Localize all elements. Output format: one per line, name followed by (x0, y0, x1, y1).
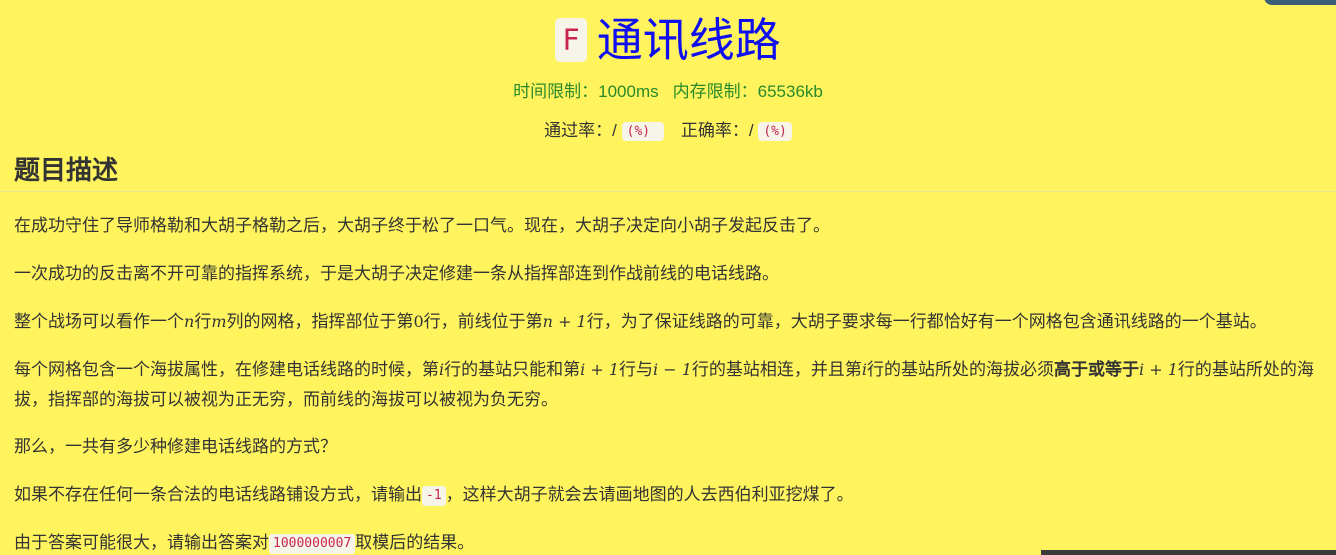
text-segment: 由于答案可能很大，请输出答案对 (14, 533, 269, 552)
math-n: n (184, 312, 195, 331)
text-segment: 每个网格包含一个海拔属性，在修建电话线路的时候，第 (14, 360, 439, 379)
emphasis-text: 高于或等于 (1054, 360, 1139, 379)
math-i-minus-1: i − 1 (653, 360, 692, 379)
section-divider (0, 191, 1336, 192)
problem-page: F 通讯线路 时间限制：1000ms 内存限制：65536kb 通过率：/ (%) … (0, 0, 1336, 555)
text-segment: 行的基站相连，并且第 (691, 360, 862, 379)
bottom-toolbar[interactable] (1041, 550, 1336, 555)
inline-code: 1000000007 (269, 534, 356, 554)
description-paragraph-4: 每个网格包含一个海拔属性，在修建电话线路的时候，第i行的基站只能和第i + 1行… (14, 355, 1332, 415)
accuracy-rate-label: 正确率： (680, 121, 749, 140)
description-paragraph-6: 如果不存在任何一条合法的电话线路铺设方式，请输出 -1 ，这样大胡子就会去请画地图的… (14, 480, 1332, 510)
accuracy-rate-percent: (%) (758, 122, 792, 142)
page-title: 通讯线路 (596, 14, 781, 66)
text-segment: 行，前线位于第 (423, 312, 543, 331)
text-segment: 行的基站所处的海拔必须 (867, 360, 1054, 379)
math-i-plus-1: i + 1 (580, 360, 619, 379)
description-paragraph-2: 一次成功的反击离不开可靠的指挥系统，于是大胡子决定修建一条从指挥部连到作战前线的… (14, 264, 779, 283)
pass-rate-label: 通过率： (544, 121, 613, 140)
memory-limit: 内存限制：65536kb (672, 82, 823, 101)
text-segment: 行与 (619, 360, 653, 379)
time-limit: 时间限制：1000ms (513, 82, 659, 101)
math-n-plus-1: n + 1 (542, 312, 587, 331)
math-m: m (211, 312, 227, 331)
section-title: 题目描述 (14, 155, 119, 185)
limits-row: 时间限制：1000ms 内存限制：65536kb (0, 77, 1336, 102)
inline-code: -1 (422, 486, 446, 506)
problem-id-badge: F (555, 18, 587, 62)
pass-rate: 通过率：/ (%) (544, 116, 665, 142)
description-paragraph-5: 那么，一共有多少种修建电话线路的方式？ (14, 437, 337, 456)
pass-rate-percent: (%) (621, 122, 665, 142)
accuracy-rate-value: / (748, 121, 754, 140)
text-segment: 行 (194, 312, 212, 331)
text-segment: ，这样大胡子就会去请画地图的人去西伯利亚挖煤了。 (445, 485, 854, 504)
rates-row: 通过率：/ (%) 正确率：/ (%) (0, 116, 1336, 142)
math-zero: 0 (413, 312, 424, 331)
text-segment: 列的网格，指挥部位于第 (226, 312, 414, 331)
text-segment: 整个战场可以看作一个 (14, 312, 184, 331)
title-row: F 通讯线路 (0, 12, 1336, 68)
description-paragraph-1: 在成功守住了导师格勒和大胡子格勒之后，大胡子终于松了一口气。现在，大胡子决定向小… (14, 216, 830, 235)
description-paragraph-3: 整个战场可以看作一个n行m列的网格，指挥部位于第0行，前线位于第n + 1行，为… (14, 307, 1332, 337)
accuracy-rate: 正确率：/ (%) (680, 116, 792, 142)
corner-tab[interactable] (1264, 0, 1336, 5)
math-i-plus-1: i + 1 (1139, 360, 1178, 379)
text-segment: 行的基站只能和第 (444, 360, 581, 379)
text-segment: 如果不存在任何一条合法的电话线路铺设方式，请输出 (14, 485, 422, 504)
pass-rate-value: / (612, 121, 617, 140)
text-segment: 取模后的结果。 (355, 533, 475, 552)
text-segment: 行，为了保证线路的可靠，大胡子要求每一行都恰好有一个网格包含通讯线路的一个基站。 (586, 312, 1267, 331)
